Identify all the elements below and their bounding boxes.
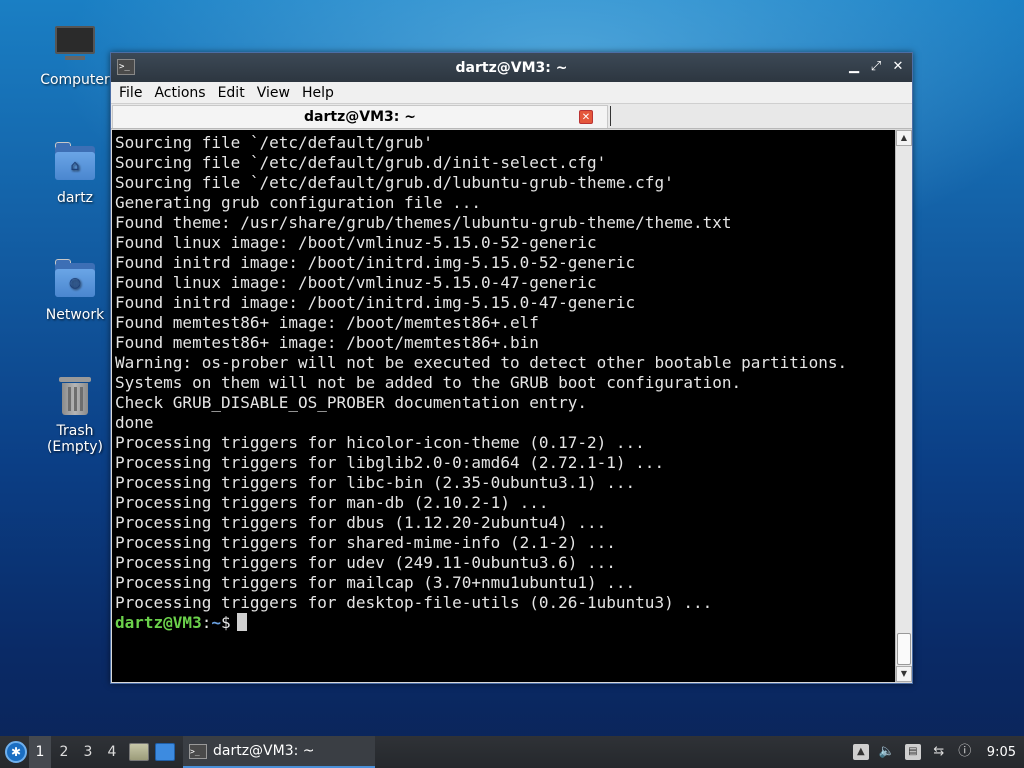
prompt-symbol: $: [220, 613, 231, 632]
terminal-line: Processing triggers for shared-mime-info…: [115, 533, 616, 552]
terminal-line: Processing triggers for mailcap (3.70+nm…: [115, 573, 636, 592]
terminal-line: Processing triggers for man-db (2.10.2-1…: [115, 493, 549, 512]
home-folder-icon: ⌂: [53, 140, 97, 184]
terminal-line: Processing triggers for libc-bin (2.35-0…: [115, 473, 636, 492]
scroll-up-icon[interactable]: ▲: [896, 130, 912, 146]
maximize-icon[interactable]: ⤢: [868, 58, 884, 76]
workspace-4[interactable]: 4: [101, 744, 123, 760]
terminal-line: Found initrd image: /boot/initrd.img-5.1…: [115, 293, 636, 312]
desktop-icon-label: Trash (Empty): [46, 423, 104, 455]
file-manager-icon[interactable]: [129, 743, 149, 761]
taskbar-task-terminal[interactable]: >_ dartz@VM3: ~: [183, 736, 375, 768]
menu-help[interactable]: Help: [296, 85, 340, 101]
terminal-line: Sourcing file `/etc/default/grub.d/init-…: [115, 153, 607, 172]
clipboard-icon[interactable]: ▤: [904, 744, 921, 760]
start-menu-icon[interactable]: ✱: [5, 741, 27, 763]
terminal-line: Found memtest86+ image: /boot/memtest86+…: [115, 333, 539, 352]
terminal-line: Check GRUB_DISABLE_OS_PROBER documentati…: [115, 393, 588, 412]
prompt-separator: :: [201, 613, 212, 632]
workspace-3[interactable]: 3: [77, 744, 99, 760]
terminal-line: done: [115, 413, 154, 432]
terminal-line: Systems on them will not be added to the…: [115, 373, 742, 392]
vertical-scrollbar[interactable]: ▲ ▼: [895, 130, 912, 682]
terminal-line: Found linux image: /boot/vmlinuz-5.15.0-…: [115, 273, 597, 292]
terminal-task-icon: >_: [189, 743, 207, 759]
clock[interactable]: 9:05: [987, 745, 1016, 760]
terminal-line: Processing triggers for dbus (1.12.20-2u…: [115, 513, 607, 532]
minimize-icon[interactable]: ▁: [846, 58, 862, 76]
terminal-prompt: dartz@VM3:~$: [115, 613, 895, 633]
notification-icon[interactable]: ⓘ: [957, 744, 973, 760]
menu-file[interactable]: File: [113, 85, 148, 101]
menu-view[interactable]: View: [251, 85, 296, 101]
terminal-line: Found initrd image: /boot/initrd.img-5.1…: [115, 253, 636, 272]
tab-close-icon[interactable]: ✕: [579, 110, 593, 124]
terminal-output[interactable]: Sourcing file `/etc/default/grub' Sourcin…: [112, 130, 895, 682]
terminal-app-icon[interactable]: >_: [117, 59, 135, 75]
desktop-icon-computer[interactable]: Computer: [30, 22, 120, 88]
computer-icon: [53, 22, 97, 66]
terminal-line: Found theme: /usr/share/grub/themes/lubu…: [115, 213, 732, 232]
network-folder-icon: ◍: [53, 257, 97, 301]
desktop-icon-network[interactable]: ◍ Network: [30, 257, 120, 323]
menu-edit[interactable]: Edit: [212, 85, 251, 101]
system-tray: ▲ 🔈 ▤ ⇆ ⓘ 9:05: [852, 744, 1024, 760]
terminal-line: Warning: os-prober will not be executed …: [115, 353, 848, 372]
menu-actions[interactable]: Actions: [148, 85, 211, 101]
tab-divider: [610, 106, 611, 126]
volume-icon[interactable]: 🔈: [879, 744, 895, 760]
terminal-line: Processing triggers for libglib2.0-0:amd…: [115, 453, 665, 472]
scroll-down-icon[interactable]: ▼: [896, 666, 912, 682]
prompt-path: ~: [211, 613, 221, 632]
scroll-thumb[interactable]: [897, 633, 911, 665]
taskbar: ✱ 1 2 3 4 >_ dartz@VM3: ~ ▲ 🔈 ▤ ⇆ ⓘ 9:05: [0, 736, 1024, 768]
window-title: dartz@VM3: ~: [455, 59, 568, 76]
workspace-2[interactable]: 2: [53, 744, 75, 760]
tab-bar: dartz@VM3: ~ ✕: [111, 104, 912, 129]
terminal-line: Found linux image: /boot/vmlinuz-5.15.0-…: [115, 233, 597, 252]
update-notifier-icon[interactable]: ▲: [852, 744, 869, 760]
trash-icon: [53, 373, 97, 417]
desktop-icon-home-folder[interactable]: ⌂ dartz: [30, 140, 120, 206]
terminal-line: Generating grub configuration file ...: [115, 193, 482, 212]
tab-label: dartz@VM3: ~: [304, 109, 416, 125]
terminal-line: Processing triggers for udev (249.11-0ub…: [115, 553, 616, 572]
network-icon[interactable]: ⇆: [931, 744, 947, 760]
text-cursor: [236, 613, 247, 631]
terminal-tab[interactable]: dartz@VM3: ~ ✕: [112, 105, 608, 128]
terminal-line: Found memtest86+ image: /boot/memtest86+…: [115, 313, 539, 332]
terminal-window: >_ dartz@VM3: ~ ▁ ⤢ ✕ File Actions Edit …: [110, 52, 913, 684]
prompt-user: dartz@VM3: [115, 613, 202, 632]
window-titlebar[interactable]: >_ dartz@VM3: ~ ▁ ⤢ ✕: [111, 53, 912, 82]
workspace-1[interactable]: 1: [29, 736, 51, 768]
desktop-icon-trash[interactable]: Trash (Empty): [30, 373, 120, 455]
terminal-line: Sourcing file `/etc/default/grub.d/lubun…: [115, 173, 674, 192]
terminal-line: Processing triggers for hicolor-icon-the…: [115, 433, 645, 452]
desktop-icon-label: dartz: [56, 190, 94, 206]
show-desktop-icon[interactable]: [155, 743, 175, 761]
desktop-icon-label: Network: [45, 307, 105, 323]
close-icon[interactable]: ✕: [890, 58, 906, 76]
menubar: File Actions Edit View Help: [111, 82, 912, 104]
task-label: dartz@VM3: ~: [213, 743, 315, 759]
desktop-icon-label: Computer: [40, 72, 110, 88]
terminal-line: Sourcing file `/etc/default/grub': [115, 133, 433, 152]
terminal-line: Processing triggers for desktop-file-uti…: [115, 593, 713, 612]
